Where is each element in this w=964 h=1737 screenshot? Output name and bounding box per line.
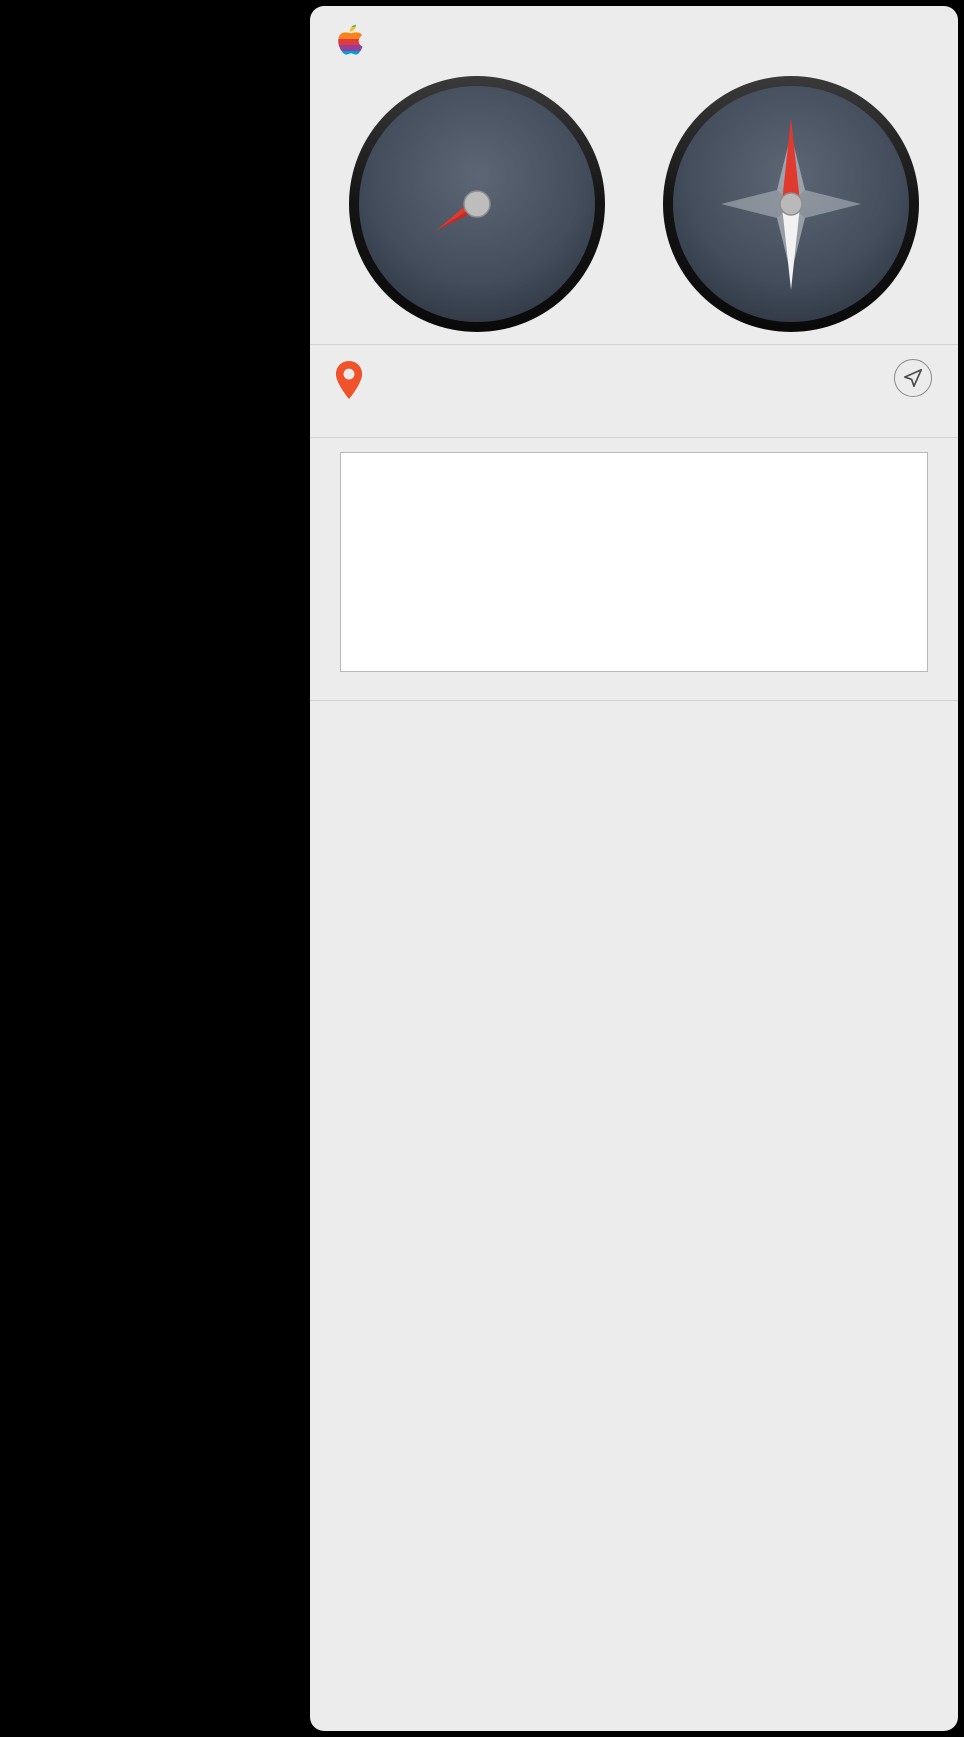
connection-counts [310, 680, 958, 700]
gps-sky-view-wrap [310, 727, 958, 1287]
gauges-row [310, 70, 958, 344]
panel-header [310, 6, 958, 70]
reverse-geocoded-address [310, 409, 958, 421]
speed-gauge[interactable] [345, 72, 609, 336]
gps-sky-view-plot[interactable] [354, 727, 914, 1287]
speed-gauge-wrap [345, 72, 609, 340]
app-panel [310, 6, 958, 1731]
apple-rainbow-logo-icon [338, 24, 363, 55]
heading-gauge[interactable] [659, 72, 923, 336]
map-pin-icon [335, 361, 363, 399]
connection-io-graph[interactable] [340, 452, 928, 672]
heading-gauge-wrap [659, 72, 923, 340]
follow-station-button[interactable] [894, 359, 932, 397]
navigation-arrow-icon [903, 368, 923, 388]
screenshot-root [0, 0, 964, 1737]
gps-sky-view-title [310, 713, 958, 727]
location-section [310, 345, 958, 437]
connection-io-section [310, 438, 958, 680]
altitude-row [310, 399, 958, 409]
gps-sky-view-section [310, 701, 958, 1287]
coordinate-row [310, 359, 958, 399]
